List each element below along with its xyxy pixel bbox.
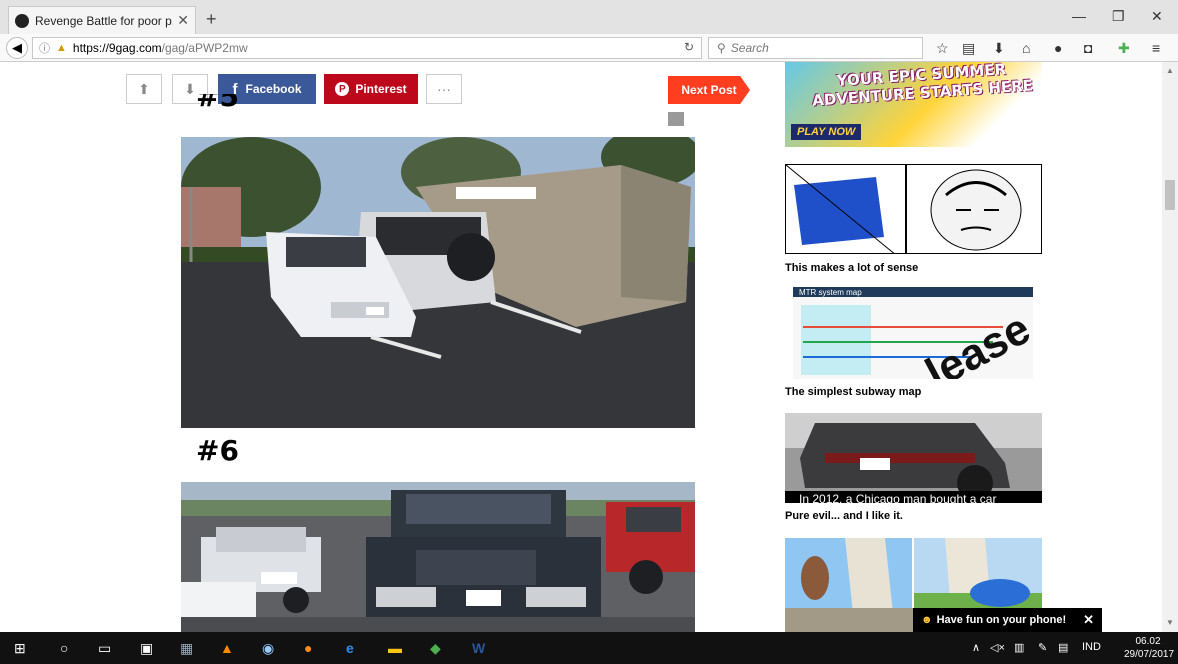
- chat-icon[interactable]: ●: [1054, 40, 1062, 56]
- downvote-icon: ⬇: [184, 80, 196, 97]
- browser-tab[interactable]: Revenge Battle for poor p... ✕: [8, 6, 196, 34]
- next-post-button[interactable]: Next Post: [668, 76, 750, 104]
- network-icon[interactable]: ▥: [1014, 641, 1024, 654]
- scroll-up-icon[interactable]: ▲: [1166, 66, 1174, 75]
- window-close-icon[interactable]: ✕: [1151, 8, 1163, 25]
- toast-text: Have fun on your phone!: [936, 614, 1067, 626]
- reload-icon[interactable]: ↻: [684, 40, 694, 54]
- item-heading-5: #5: [196, 94, 239, 120]
- app-promo-toast[interactable]: ☻ Have fun on your phone! ✕: [913, 608, 1102, 632]
- app-icon[interactable]: ▦: [180, 640, 193, 657]
- upvote-icon: ⬆: [138, 80, 150, 97]
- pocket-icon[interactable]: ◘: [1084, 40, 1092, 56]
- extension-icon[interactable]: ✚: [1118, 40, 1130, 57]
- tray-expand-icon[interactable]: ∧: [972, 641, 980, 654]
- more-options-button[interactable]: ···: [426, 74, 462, 104]
- clock-date: 29/07/2017: [1124, 649, 1175, 660]
- post-image-6: [181, 482, 695, 632]
- word-icon[interactable]: W: [472, 640, 485, 656]
- pinterest-share-button[interactable]: P Pinterest: [324, 74, 418, 104]
- sidebar-thumb-3[interactable]: In 2012, a Chicago man bought a car: [785, 413, 1042, 503]
- advertisement-banner[interactable]: YOUR EPIC SUMMER ADVENTURE STARTS HERE P…: [785, 62, 1042, 147]
- minimize-icon[interactable]: —: [1072, 8, 1086, 24]
- reading-list-icon[interactable]: ▤: [962, 40, 975, 57]
- app-window: Revenge Battle for poor p... ✕ + — ❐ ✕ ◀…: [0, 0, 1178, 664]
- post-image-5: [181, 137, 695, 428]
- pinterest-label: Pinterest: [355, 82, 407, 96]
- tab-title: Revenge Battle for poor p...: [35, 13, 174, 28]
- store-icon[interactable]: ▣: [140, 640, 153, 657]
- bookmark-star-icon[interactable]: ☆: [936, 40, 949, 57]
- item-heading-6: #6: [196, 434, 239, 467]
- pen-icon[interactable]: ✎: [1038, 641, 1047, 654]
- subway-map-thumb: MTR system map lease: [793, 287, 1033, 379]
- tab-bar: Revenge Battle for poor p... ✕ + — ❐ ✕: [0, 0, 1178, 34]
- new-tab-button[interactable]: +: [206, 9, 217, 30]
- comic-thumb: [786, 165, 1022, 253]
- tab-close-icon[interactable]: ✕: [177, 12, 189, 29]
- upvote-button[interactable]: ⬆: [126, 74, 162, 104]
- edge-icon[interactable]: e: [346, 640, 354, 656]
- 9gag-favicon-icon: [15, 13, 29, 28]
- url-bar[interactable]: ⓘ ▲ https://9gag.com/gag/aPWP2mw: [32, 37, 702, 59]
- search-icon: ⚲: [717, 41, 726, 55]
- sidebar-thumb-2[interactable]: MTR system map lease: [793, 287, 1033, 379]
- vertical-scrollbar[interactable]: ▲ ▼: [1162, 62, 1178, 632]
- browser-app-icon[interactable]: ◉: [262, 640, 274, 657]
- truck-parking-photo: [181, 482, 695, 632]
- maps-icon[interactable]: ◆: [430, 640, 441, 657]
- search-taskbar-icon[interactable]: ○: [60, 640, 68, 656]
- report-flag-icon[interactable]: [668, 112, 684, 126]
- notification-icon[interactable]: ▤: [1058, 641, 1068, 654]
- smile-icon: ☻: [921, 614, 933, 626]
- info-icon[interactable]: ⓘ: [39, 40, 50, 56]
- home-icon[interactable]: ⌂: [1022, 40, 1030, 56]
- web-page: ⬆ ⬇ f Facebook P Pinterest ··· Next Post #…: [0, 62, 1162, 632]
- restore-icon[interactable]: ❐: [1112, 8, 1125, 25]
- download-icon[interactable]: ⬇: [993, 40, 1005, 57]
- car-thumb-overlay-text: In 2012, a Chicago man bought a car: [799, 492, 996, 503]
- file-explorer-icon[interactable]: ▬: [388, 640, 402, 656]
- volume-muted-icon[interactable]: ◁×: [990, 641, 1005, 654]
- clock-time: 06.02: [1135, 636, 1161, 647]
- language-indicator[interactable]: IND: [1082, 641, 1101, 653]
- pinterest-icon: P: [335, 82, 350, 96]
- sidebar-caption-3[interactable]: Pure evil... and I like it.: [785, 510, 903, 522]
- parked-cars-container-photo: [181, 137, 695, 428]
- back-button[interactable]: ◀: [6, 37, 28, 59]
- facebook-label: Facebook: [245, 82, 302, 96]
- menu-icon[interactable]: ≡: [1152, 40, 1160, 56]
- sidebar-caption-2[interactable]: The simplest subway map: [785, 386, 921, 398]
- scroll-down-icon[interactable]: ▼: [1166, 618, 1174, 627]
- scrollbar-thumb[interactable]: [1165, 180, 1175, 210]
- ad-play-now-button[interactable]: PLAY NOW: [791, 124, 862, 140]
- url-host: https://9gag.com: [72, 41, 162, 55]
- subway-map-overlay-text: MTR system map: [799, 288, 862, 297]
- url-path: /gag/aPWP2mw: [161, 41, 248, 55]
- vlc-icon[interactable]: ▲: [220, 640, 234, 656]
- navigation-bar: ◀ ⓘ ▲ https://9gag.com/gag/aPWP2mw ↻ ⚲ S…: [0, 34, 1178, 62]
- sidebar-thumb-1[interactable]: [785, 164, 1042, 254]
- task-view-icon[interactable]: ▭: [98, 640, 111, 657]
- windows-start-icon[interactable]: ⊞: [14, 640, 26, 657]
- windows-taskbar: ⊞ ○ ▭ ▣ ▦ ▲ ◉ ● e ▬ ◆ W ∧ ◁× ▥ ✎ ▤ IND 0…: [0, 632, 1178, 664]
- car-rear-thumb: In 2012, a Chicago man bought a car: [785, 413, 1042, 503]
- search-placeholder: Search: [730, 41, 769, 55]
- firefox-icon[interactable]: ●: [304, 640, 312, 656]
- ad-headline: YOUR EPIC SUMMER ADVENTURE STARTS HERE: [811, 62, 1034, 110]
- back-arrow-icon: ◀: [12, 40, 22, 55]
- search-input[interactable]: ⚲ Search: [708, 37, 923, 59]
- clock[interactable]: 06.02 29/07/2017: [1124, 635, 1175, 661]
- insecure-lock-icon[interactable]: ▲: [56, 42, 67, 54]
- sidebar-caption-1[interactable]: This makes a lot of sense: [785, 262, 918, 274]
- heading-5-text: #5: [196, 94, 239, 113]
- toast-close-icon[interactable]: ✕: [1083, 612, 1094, 628]
